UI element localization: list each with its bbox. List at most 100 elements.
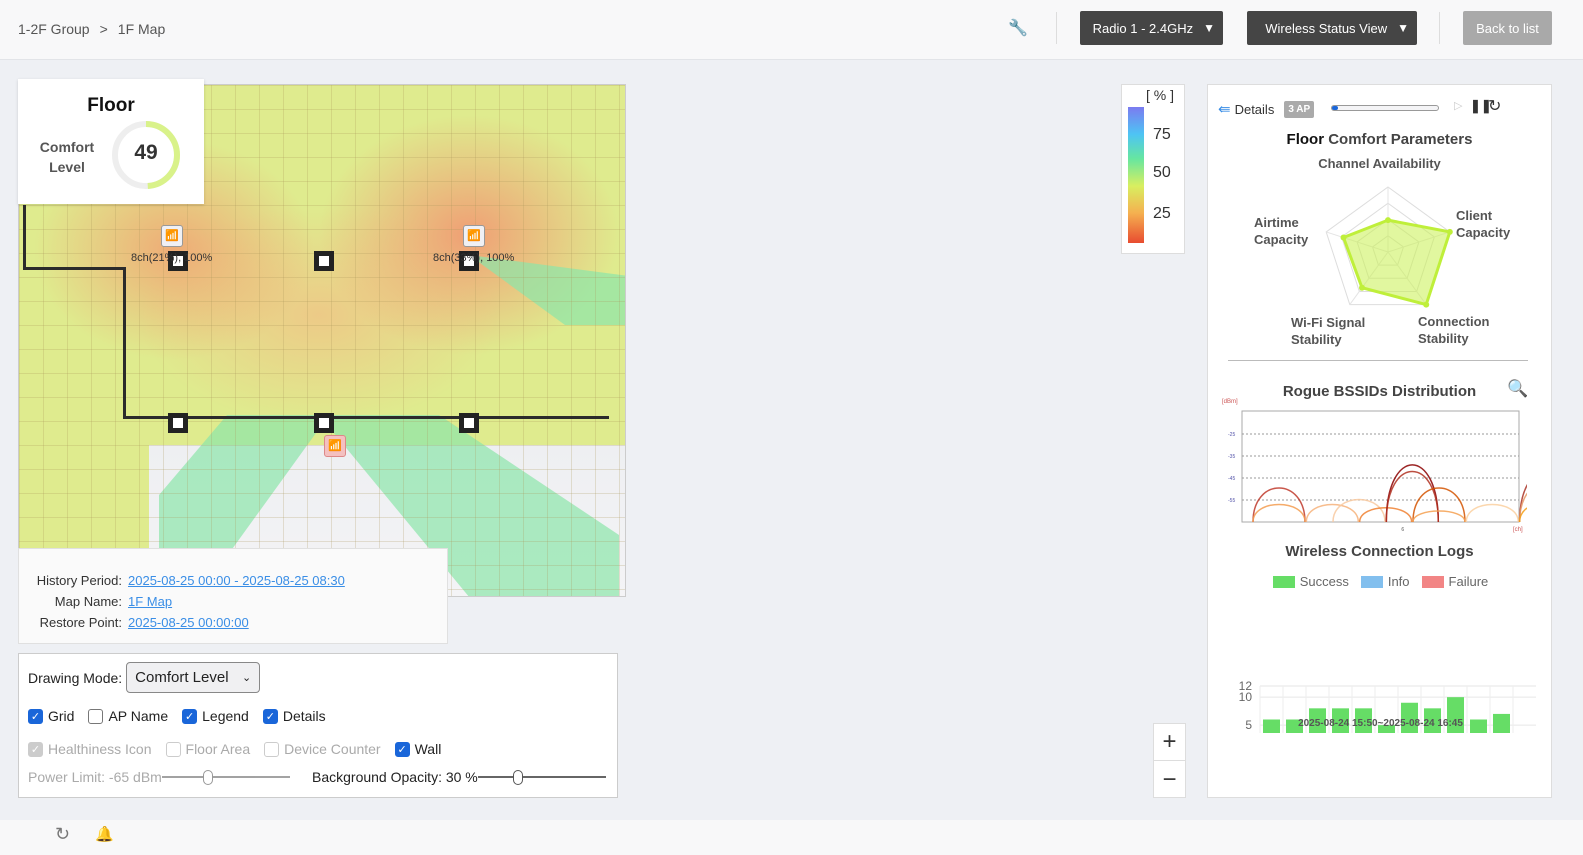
map-controls-panel: Drawing Mode: Comfort Level ⌄ ✓ Grid AP Nam… — [18, 653, 618, 798]
rogue-arc — [1465, 503, 1520, 523]
checkbox-box — [165, 741, 181, 757]
legend-tick: 75 — [1153, 126, 1171, 143]
access-point-icon[interactable]: 📶 — [463, 225, 485, 247]
checkbox-label: Grid — [48, 708, 75, 724]
bell-icon[interactable]: 🔔 — [95, 825, 114, 843]
restore-point-label: Restore Point: — [39, 615, 122, 630]
checkbox-box[interactable] — [88, 708, 104, 724]
wall-node[interactable] — [314, 413, 334, 433]
view-select[interactable]: Wireless Status View ▼ — [1247, 11, 1417, 45]
legend-item[interactable]: Info — [1360, 574, 1410, 589]
rogue-y-tick: -35 — [1228, 454, 1235, 460]
wall-node[interactable] — [168, 413, 188, 433]
slider-thumb[interactable] — [203, 770, 214, 785]
wall — [23, 205, 26, 269]
rogue-y-tick: -55 — [1228, 498, 1235, 504]
legend-item[interactable]: Success — [1272, 574, 1349, 589]
access-point-warning-icon[interactable]: 📶 — [324, 435, 346, 457]
rogue-arc — [1332, 498, 1386, 523]
drawing-mode-select[interactable]: Comfort Level ⌄ — [126, 662, 261, 693]
details-panel: ⇚ Details 3 AP ▷ ❚❚ ↻ Floor Comfort Para… — [1207, 84, 1552, 798]
rogue-x-tick: 6 — [1401, 527, 1404, 533]
legend-tick: 25 — [1153, 205, 1171, 222]
checkbox-label: Legend — [202, 708, 249, 724]
radio-select[interactable]: Radio 1 - 2.4GHz ▼ — [1080, 11, 1223, 45]
checkbox-box[interactable]: ✓ — [394, 741, 410, 757]
breadcrumb-group[interactable]: 1-2F Group — [18, 21, 90, 37]
radar-point — [1340, 234, 1347, 241]
dropdown-arrow-icon: ▼ — [1397, 21, 1409, 35]
wrench-icon[interactable]: 🔧 — [1008, 18, 1028, 38]
wall-node[interactable] — [459, 413, 479, 433]
comfort-level-label: Comfort Level — [32, 137, 102, 177]
checkbox-wall[interactable]: ✓ Wall — [394, 741, 442, 757]
power-limit-slider[interactable] — [161, 770, 290, 785]
radar-label-airtime: Airtime Capacity — [1254, 215, 1309, 247]
zoom-in-button[interactable]: + — [1154, 724, 1185, 761]
refresh-icon[interactable]: ↻ — [1488, 96, 1501, 116]
checkbox-legend[interactable]: ✓ Legend — [182, 708, 249, 724]
checkbox-box[interactable]: ✓ — [182, 708, 198, 724]
rogue-y-unit: [dBm] — [1222, 399, 1238, 405]
logs-title: Wireless Connection Logs — [1285, 543, 1474, 560]
checkbox-ap-name[interactable]: AP Name — [88, 708, 168, 724]
checkbox-details[interactable]: ✓ Details — [262, 708, 326, 724]
view-select-value: Wireless Status View — [1265, 20, 1388, 36]
comfort-value: 49 — [134, 141, 158, 164]
comfort-label-1: Comfort — [39, 139, 95, 155]
checkbox-label: Floor Area — [185, 741, 251, 757]
background-opacity-slider[interactable] — [477, 770, 606, 785]
legend-item[interactable]: Failure — [1421, 574, 1489, 589]
top-bar: 1-2F Group >1F Map 🔧 Radio 1 - 2.4GHz ▼ Wi… — [0, 0, 1583, 60]
legend-label: Success — [1299, 574, 1349, 589]
logs-range: 2025-08-24 15:50~2025-08-24 16:45 — [1298, 718, 1463, 729]
checkbox-box[interactable]: ✓ — [262, 708, 278, 724]
playback-progress[interactable] — [1331, 105, 1439, 111]
bottom-bar: ↻ 🔔 — [0, 820, 1583, 855]
rogue-x-unit: [ch] — [1513, 527, 1523, 533]
dropdown-arrow-icon: ▼ — [1203, 21, 1215, 35]
details-label[interactable]: Details — [1235, 102, 1275, 117]
legend-label: Info — [1387, 574, 1410, 589]
map-name-label: Map Name: — [54, 594, 122, 609]
checkbox-box — [264, 741, 280, 757]
back-to-list-button[interactable]: Back to list — [1463, 11, 1552, 45]
y-tick-label: 12 — [1239, 679, 1253, 693]
wall-node[interactable] — [314, 251, 334, 271]
floor-title: Floor — [87, 95, 135, 116]
checkbox-label: AP Name — [108, 708, 169, 724]
checkbox-box: ✓ — [28, 741, 43, 757]
refresh-icon[interactable]: ↻ — [55, 824, 70, 845]
power-limit-label: Power Limit: -65 dBm — [28, 769, 162, 785]
radar-chart — [1325, 186, 1453, 308]
slider-thumb[interactable] — [513, 770, 524, 785]
legend-unit: [ % ] — [1146, 87, 1175, 103]
ap-label: 8ch(33%), 100% — [433, 252, 515, 264]
collapse-details-icon[interactable]: ⇚ — [1218, 100, 1231, 118]
checkbox-label: Details — [282, 708, 326, 724]
wall — [123, 267, 126, 417]
divider — [1228, 360, 1528, 361]
zoom-out-button[interactable]: − — [1154, 761, 1185, 798]
checkbox-device-counter: Device Counter — [264, 741, 381, 757]
checkbox-row: ✓ Grid AP Name ✓ Legend ✓ Details — [28, 708, 340, 724]
access-point-icon[interactable]: 📶 — [161, 225, 183, 247]
radar-title-rest: Comfort Parameters — [1328, 131, 1473, 148]
legend-label: Failure — [1448, 574, 1489, 589]
rogue-y-tick: -45 — [1228, 476, 1235, 482]
floor-comfort-card: Floor Comfort Level 49 — [18, 79, 204, 204]
checkbox-label: Wall — [414, 741, 442, 757]
restore-point-link[interactable]: 2025-08-25 00:00:00 — [128, 615, 249, 630]
checkbox-grid[interactable]: ✓ Grid — [28, 708, 74, 724]
checkbox-label: Healthiness Icon — [48, 741, 152, 757]
logs-bar-chart: 051012505500051015202530354045 — [1239, 679, 1536, 733]
map-name-link[interactable]: 1F Map — [128, 594, 172, 609]
history-period-link[interactable]: 2025-08-25 00:00 - 2025-08-25 08:30 — [128, 573, 345, 588]
rogue-arc — [1385, 464, 1440, 523]
rogue-arc — [1305, 503, 1360, 523]
rogue-arc — [1252, 503, 1306, 523]
checkbox-box[interactable]: ✓ — [28, 708, 43, 724]
zoom-controls: + − — [1153, 723, 1186, 798]
play-icon[interactable]: ▷ — [1454, 99, 1462, 112]
radar-point — [1385, 217, 1391, 224]
